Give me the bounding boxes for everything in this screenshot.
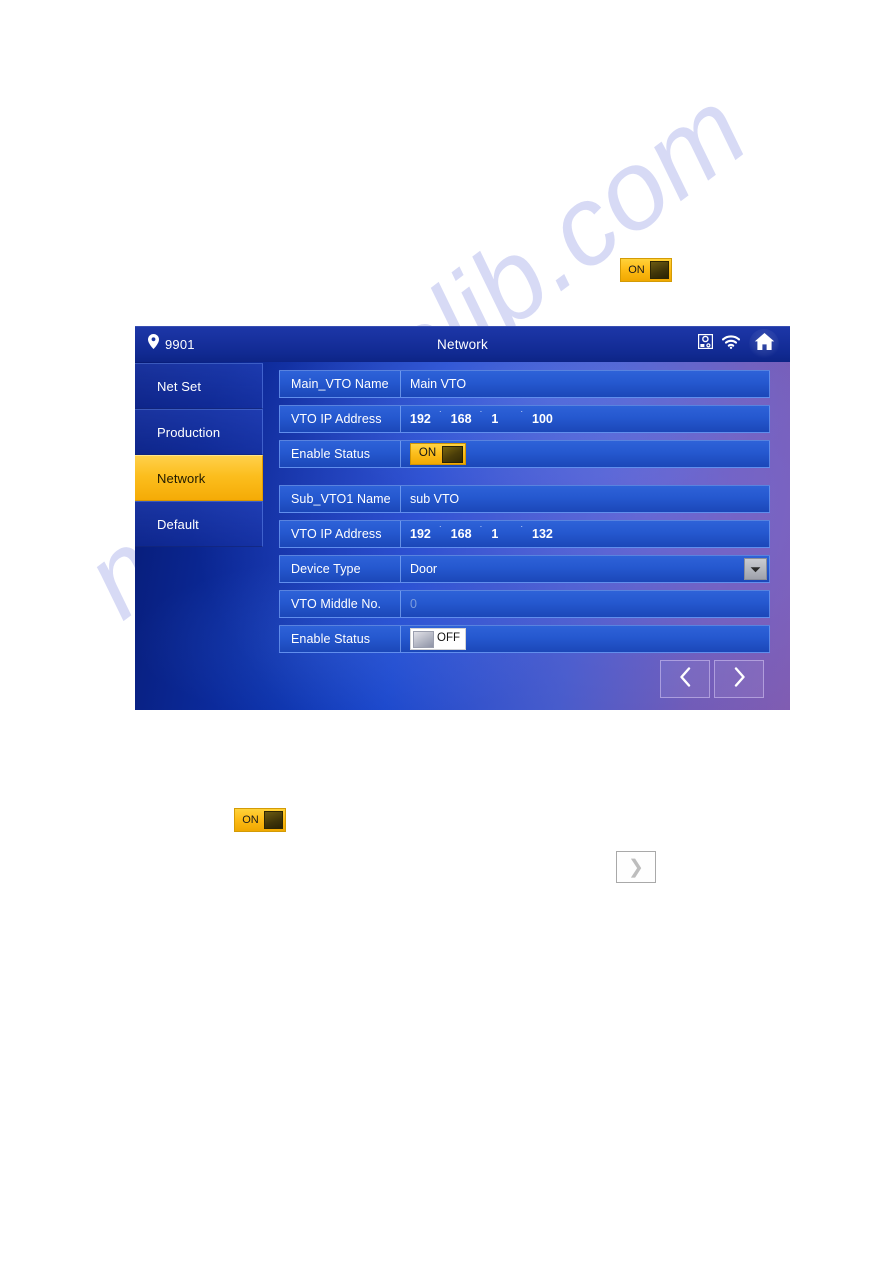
- settings-panel: Main_VTO Name Main VTO VTO IP Address 19…: [263, 362, 790, 710]
- sub-vto1-enable-toggle[interactable]: OFF: [410, 628, 466, 650]
- main-vto-name-input[interactable]: Main VTO: [401, 371, 769, 397]
- field-label: VTO Middle No.: [280, 591, 401, 617]
- wifi-icon[interactable]: [721, 334, 741, 354]
- chevron-right-icon: [733, 666, 746, 692]
- ip-separator: ˙: [479, 409, 484, 422]
- next-page-button[interactable]: [714, 660, 764, 698]
- row-device-type: Device Type Door: [279, 555, 770, 583]
- field-label: Enable Status: [280, 441, 401, 467]
- sidebar-item-label: Network: [157, 470, 206, 486]
- row-sub-vto1-enable: Enable Status OFF: [279, 625, 770, 653]
- vto-middle-no-input[interactable]: 0: [401, 591, 769, 617]
- main-vto-ip-input[interactable]: 192 ˙ 168 ˙ 1 ˙ 100: [401, 406, 769, 432]
- ip-octet-2[interactable]: 168: [451, 412, 477, 426]
- home-button[interactable]: [749, 329, 779, 359]
- chevron-down-icon: [750, 562, 761, 576]
- row-sub-vto1-ip: VTO IP Address 192 ˙ 168 ˙ 1 ˙ 132: [279, 520, 770, 548]
- inline-toggle-on-upper: ON: [620, 258, 672, 282]
- field-label: Device Type: [280, 556, 401, 582]
- sidebar-item-default[interactable]: Default: [135, 501, 263, 547]
- row-main-vto-ip: VTO IP Address 192 ˙ 168 ˙ 1 ˙ 100: [279, 405, 770, 433]
- device-body: Net Set Production Network Default Main_…: [135, 362, 790, 710]
- ip-octet-3[interactable]: 1: [491, 412, 517, 426]
- device-titlebar: 9901 Network: [135, 326, 790, 362]
- row-sub-vto1-name: Sub_VTO1 Name sub VTO: [279, 485, 770, 513]
- chevron-left-icon: [679, 666, 692, 692]
- inline-toggle-on-lower: ON: [234, 808, 286, 832]
- toggle-label: ON: [418, 447, 437, 460]
- ip-octet-4[interactable]: 100: [532, 412, 558, 426]
- sidebar: Net Set Production Network Default: [135, 362, 263, 710]
- ip-octet-1[interactable]: 192: [410, 412, 436, 426]
- sub-vto1-enable-value: OFF: [401, 626, 769, 652]
- sidebar-item-production[interactable]: Production: [135, 409, 263, 455]
- inline-toggle-label: ON: [628, 263, 645, 276]
- device-screenshot: 9901 Network Net Set Production Network …: [135, 326, 790, 710]
- ip-octet-4[interactable]: 132: [532, 527, 558, 541]
- room-number: 9901: [165, 336, 195, 352]
- pager: [660, 660, 764, 698]
- sidebar-item-label: Default: [157, 516, 199, 532]
- toggle-label: OFF: [437, 632, 460, 645]
- field-label: Sub_VTO1 Name: [280, 486, 401, 512]
- inline-toggle-label: ON: [242, 813, 259, 826]
- toggle-knob: [442, 445, 463, 463]
- field-label: VTO IP Address: [280, 406, 401, 432]
- ip-separator: ˙: [439, 524, 443, 537]
- ip-separator: ˙: [439, 409, 443, 422]
- toggle-knob: [650, 261, 669, 279]
- sub-vto1-ip-input[interactable]: 192 ˙ 168 ˙ 1 ˙ 132: [401, 521, 769, 547]
- device-type-value: Door: [410, 562, 438, 576]
- sub-vto1-name-input[interactable]: sub VTO: [401, 486, 769, 512]
- ip-octets: 192 ˙ 168 ˙ 1 ˙ 132: [410, 524, 558, 543]
- main-vto-enable-value: ON: [401, 441, 769, 467]
- room-indicator: 9901: [135, 334, 268, 354]
- home-icon: [754, 332, 775, 356]
- ip-separator: ˙: [520, 409, 525, 422]
- device-type-dropdown-button[interactable]: [744, 558, 767, 580]
- location-pin-icon: [148, 334, 159, 354]
- inline-next-arrow-button: ❯: [616, 851, 656, 883]
- field-label: VTO IP Address: [280, 521, 401, 547]
- field-label: Main_VTO Name: [280, 371, 401, 397]
- titlebar-icons: [697, 329, 790, 359]
- sidebar-item-label: Production: [157, 424, 221, 440]
- toggle-knob: [264, 811, 283, 829]
- ip-separator: ˙: [520, 524, 525, 537]
- row-main-vto-enable: Enable Status ON: [279, 440, 770, 468]
- ip-octet-1[interactable]: 192: [410, 527, 436, 541]
- sidebar-item-label: Net Set: [157, 378, 202, 394]
- ip-octet-3[interactable]: 1: [491, 527, 517, 541]
- ip-separator: ˙: [479, 524, 484, 537]
- main-vto-enable-toggle[interactable]: ON: [410, 443, 466, 465]
- row-vto-middle-no: VTO Middle No. 0: [279, 590, 770, 618]
- prev-page-button[interactable]: [660, 660, 710, 698]
- chevron-right-icon: ❯: [628, 856, 644, 878]
- ip-octets: 192 ˙ 168 ˙ 1 ˙ 100: [410, 409, 558, 428]
- sidebar-item-network[interactable]: Network: [135, 455, 263, 501]
- monitor-camera-icon[interactable]: [697, 333, 714, 354]
- ip-octet-2[interactable]: 168: [451, 527, 477, 541]
- toggle-knob: [413, 630, 434, 648]
- row-main-vto-name: Main_VTO Name Main VTO: [279, 370, 770, 398]
- sidebar-item-net-set[interactable]: Net Set: [135, 363, 263, 409]
- device-type-select[interactable]: Door: [401, 556, 769, 582]
- field-label: Enable Status: [280, 626, 401, 652]
